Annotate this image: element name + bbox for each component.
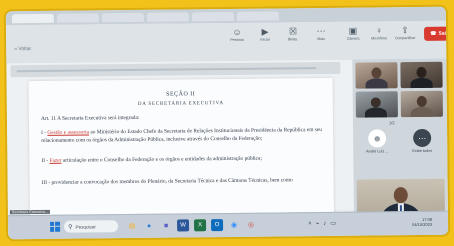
- participant-head: [416, 95, 427, 108]
- participant-gallery: 1/2 ☻ André Luiz ... ⋯ Exibir todos: [352, 58, 449, 236]
- browser-tab[interactable]: [11, 13, 54, 23]
- participant-body: [364, 107, 387, 118]
- taskbar-search[interactable]: ⚲ Pesquisar: [64, 220, 119, 233]
- participant-head: [416, 66, 427, 79]
- more-icon: ⋯: [316, 25, 326, 37]
- section-heading: SEÇÃO II: [166, 91, 196, 98]
- outlook-icon[interactable]: O: [211, 219, 224, 232]
- laptop-screen: « Voltar ☺ Pessoas ▶ Iniciar ☒ Bloqu. ⋯ …: [5, 6, 449, 240]
- share-button[interactable]: ⇪ Compartilhar: [394, 25, 416, 40]
- lock-button[interactable]: ☒ Bloqu.: [282, 26, 304, 41]
- share-toolbar: ☺ Pessoas ▶ Iniciar ☒ Bloqu. ⋯ Mais: [226, 26, 332, 42]
- microphone-icon: ♀: [375, 25, 383, 36]
- speaker-head: [393, 187, 408, 204]
- play-icon: ▶: [261, 26, 269, 37]
- participant-body: [365, 78, 388, 89]
- share-label: Compartilhar: [394, 36, 416, 41]
- user-avatar-icon: ☻: [368, 129, 387, 148]
- camera-button[interactable]: ▣ Câmera: [342, 26, 364, 41]
- start-label: Iniciar: [260, 37, 270, 42]
- back-link[interactable]: « Voltar: [14, 46, 31, 52]
- participant-head: [370, 97, 381, 108]
- search-icon: ⚲: [68, 224, 73, 231]
- participant-body: [410, 77, 433, 89]
- file-explorer-icon[interactable]: ▤: [126, 220, 138, 232]
- excel-icon[interactable]: X: [194, 219, 207, 232]
- camera-label: Câmera: [346, 36, 360, 41]
- word-ribbon: [10, 61, 341, 78]
- more-icon: ⋯: [413, 128, 432, 148]
- people-label: Pessoas: [230, 37, 245, 42]
- volume-icon[interactable]: ♪: [323, 220, 326, 226]
- more-button[interactable]: ⋯ Mais: [310, 26, 332, 41]
- view-all-button[interactable]: ⋯ Exibir todos: [401, 128, 443, 167]
- view-all-label: Exibir todos: [412, 148, 433, 154]
- participant-name-strip: Secretaria Executiva...: [9, 209, 50, 215]
- participant-video[interactable]: [400, 90, 443, 118]
- document-page: SEÇÃO II DA SECRETARIA EXECUTIVA Art. 11…: [28, 77, 334, 222]
- browser-tab[interactable]: [191, 11, 234, 21]
- people-button[interactable]: ☺ Pessoas: [226, 27, 248, 42]
- meeting-toolbar: « Voltar ☺ Pessoas ▶ Iniciar ☒ Bloqu. ⋯ …: [5, 20, 449, 65]
- paragraph: I - Gestão e assessoria ao Ministério do…: [41, 127, 322, 144]
- teams-icon[interactable]: ■: [160, 220, 172, 232]
- paragraph: Art. 11 A Secretaria Executiva será inte…: [40, 114, 140, 122]
- participant-head: [371, 67, 382, 79]
- chrome-icon[interactable]: ◎: [245, 219, 257, 231]
- highlighted-phrase: Fazer: [49, 157, 62, 164]
- more-label: Mais: [317, 36, 325, 42]
- microphone-label: Microfone: [371, 36, 388, 41]
- participant-video[interactable]: [355, 91, 398, 118]
- shared-document-view: SEÇÃO II DA SECRETARIA EXECUTIVA Art. 11…: [6, 59, 354, 222]
- ribbon-controls: [16, 67, 317, 73]
- microphone-button[interactable]: ♀ Microfone: [368, 25, 390, 40]
- camera-icon: ▣: [348, 25, 358, 36]
- highlighted-phrase: Gestão e assessoria: [47, 129, 90, 136]
- gallery-page-indicator: 1/2: [388, 120, 395, 126]
- start-button[interactable]: ▶ Iniciar: [254, 26, 276, 42]
- section-subheading: DA SECRETARIA EXECUTIVA: [137, 101, 224, 107]
- browser-tab[interactable]: [56, 12, 99, 23]
- windows-start-icon[interactable]: [50, 221, 60, 232]
- participant-name: André Luiz ...: [366, 149, 389, 154]
- windows-taskbar: Secretaria Executiva... ⚲ Pesquisar ▤ ● …: [7, 209, 449, 240]
- battery-icon[interactable]: ▭: [330, 220, 336, 227]
- share-icon: ⇪: [401, 25, 409, 36]
- paragraph: III - providenciar a convocação dos memb…: [41, 177, 293, 186]
- browser-icon[interactable]: ●: [143, 220, 155, 232]
- taskbar-apps: ▤ ● ■ W X O ◉ ◎: [126, 219, 257, 232]
- phone-icon: ☎: [430, 30, 437, 37]
- word-icon[interactable]: W: [177, 219, 190, 232]
- participant-video[interactable]: [355, 62, 398, 89]
- zoom-icon[interactable]: ◉: [228, 219, 240, 231]
- leave-label: Sair: [438, 30, 448, 37]
- lock-label: Bloqu.: [287, 37, 299, 42]
- participant-body: [410, 106, 433, 118]
- clock-date: 04/10/2023: [412, 221, 433, 228]
- lock-icon: ☒: [288, 26, 298, 37]
- taskbar-clock[interactable]: 17:08 04/10/2023: [412, 217, 432, 227]
- leave-button[interactable]: ☎ Sair: [424, 26, 449, 41]
- participant-video[interactable]: [400, 61, 443, 89]
- people-icon: ☺: [232, 26, 242, 37]
- browser-tab[interactable]: [146, 11, 189, 22]
- browser-tab[interactable]: [236, 10, 279, 21]
- paragraph: II - Fazer articulação entre o Conselho …: [41, 155, 262, 164]
- browser-tab[interactable]: [101, 12, 144, 22]
- participant-tile[interactable]: ☻ André Luiz ...: [356, 129, 398, 167]
- meeting-controls: ▣ Câmera ♀ Microfone ⇪ Compartilhar ☎ Sa…: [342, 25, 449, 42]
- search-placeholder: Pesquisar: [75, 223, 96, 230]
- system-tray: ˄ ⌁ ♪ ▭: [308, 220, 336, 227]
- chevron-up-icon[interactable]: ˄: [308, 221, 312, 227]
- wifi-icon[interactable]: ⌁: [316, 220, 320, 227]
